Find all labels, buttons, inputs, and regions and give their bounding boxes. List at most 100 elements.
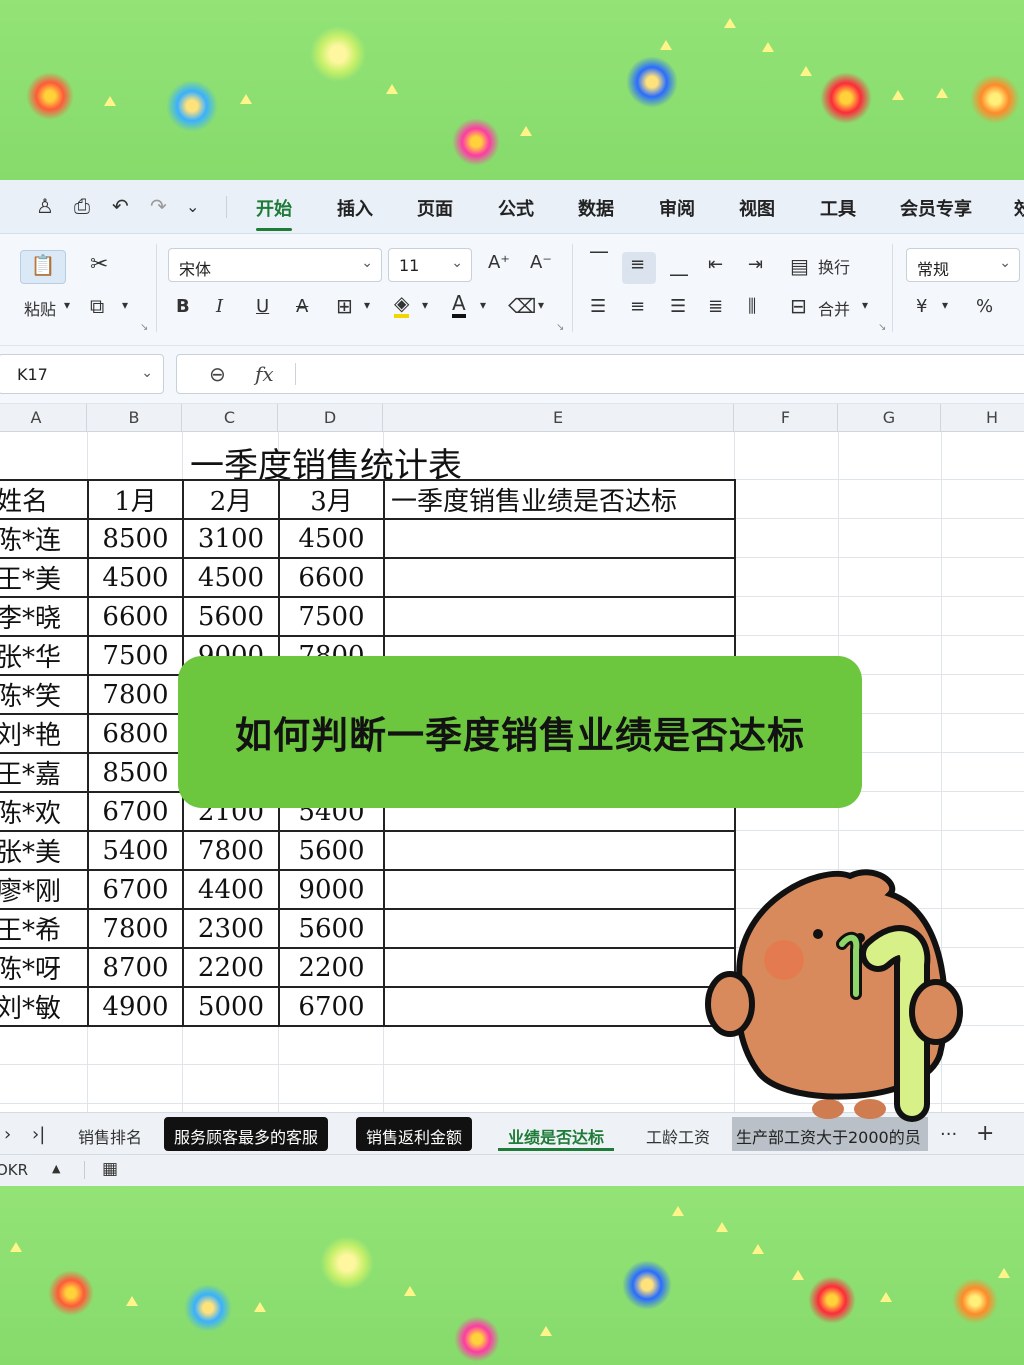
cell-mar[interactable]: 9000 [278,869,385,910]
cell-mar[interactable]: 4500 [278,518,385,559]
chevron-down-icon[interactable]: ▾ [862,298,868,312]
currency-button[interactable]: ¥ [916,296,927,317]
header-cell-jan[interactable]: 1月 [87,479,184,520]
cell-result[interactable] [383,986,736,1027]
strikethrough-button[interactable]: A [296,296,308,317]
chevron-down-icon[interactable]: ▾ [122,298,128,312]
cell-jan[interactable]: 8700 [87,947,184,988]
font-color-icon[interactable]: A [452,292,466,318]
eraser-icon[interactable]: ⌫ [508,294,536,318]
wrap-text-button[interactable]: 换行 [818,254,850,278]
cell-feb[interactable]: 4400 [182,869,280,910]
cell-result[interactable] [383,830,736,871]
user-icon[interactable]: ♙ [36,194,54,218]
chevron-down-icon[interactable]: ▾ [942,298,948,312]
column-header-a[interactable]: A [0,404,87,432]
dialog-launcher-icon[interactable]: ↘ [140,322,148,333]
align-left-icon[interactable]: ☰ [590,296,606,317]
tab-data[interactable]: 数据 [578,195,614,221]
zoom-icon[interactable]: ⊖ [209,362,226,386]
cell-jan[interactable]: 5400 [87,830,184,871]
cell-jan[interactable]: 6700 [87,869,184,910]
cell-jan[interactable]: 7800 [87,908,184,949]
cell-mar[interactable]: 6700 [278,986,385,1027]
cell-jan[interactable]: 6600 [87,596,184,637]
paste-icon[interactable]: 📋 [20,250,66,284]
column-header-f[interactable]: F [734,404,838,432]
calendar-icon[interactable]: ▦ [102,1159,118,1179]
wrap-icon[interactable]: ▤ [790,254,809,278]
formula-input[interactable]: ⊖ fx [176,354,1024,394]
cell-jan[interactable]: 8500 [87,518,184,559]
print-preview-icon[interactable]: ⎙ [74,194,90,218]
header-cell-result[interactable]: 一季度销售业绩是否达标 [383,479,736,520]
column-header-c[interactable]: C [182,404,278,432]
align-top-icon[interactable]: ⎺ [590,250,608,271]
undo-icon[interactable]: ↶ [112,194,129,218]
cell-feb[interactable]: 2300 [182,908,280,949]
cell-result[interactable] [383,947,736,988]
tab-page[interactable]: 页面 [417,195,453,221]
number-format-select[interactable]: 常规 ⌄ [906,248,1020,282]
column-header-g[interactable]: G [838,404,941,432]
cell-mar[interactable]: 5600 [278,830,385,871]
column-header-h[interactable]: H [941,404,1024,432]
distribute-icon[interactable]: ⫼ [748,296,756,317]
dialog-launcher-icon[interactable]: ↘ [878,322,886,333]
cell-feb[interactable]: 4500 [182,557,280,598]
merge-button[interactable]: 合并 [818,296,850,320]
column-header-e[interactable]: E [383,404,734,432]
tab-home[interactable]: 开始 [256,195,292,231]
cell-jan[interactable]: 4500 [87,557,184,598]
sheet-tab-rebate[interactable]: 销售返利金额 [356,1117,473,1151]
header-cell-mar[interactable]: 3月 [278,479,385,520]
cell-jan[interactable]: 6700 [87,791,184,832]
tab-insert[interactable]: 插入 [337,195,373,221]
chevron-down-icon[interactable]: ▾ [538,298,544,312]
justify-icon[interactable]: ≣ [708,296,723,317]
tab-member[interactable]: 会员专享 [900,195,972,221]
chevron-up-icon[interactable]: ▲ [52,1162,60,1175]
cell-jan[interactable]: 4900 [87,986,184,1027]
align-center-icon[interactable]: ≡ [630,296,645,317]
font-size-select[interactable]: 11 ⌄ [388,248,472,282]
cell-name[interactable]: 王*嘉 [0,752,89,793]
decrease-indent-icon[interactable]: ⇤ [708,254,723,275]
cell-name[interactable]: 李*晓 [0,596,89,637]
header-cell-feb[interactable]: 2月 [182,479,280,520]
tab-formula[interactable]: 公式 [498,195,534,221]
tab-view[interactable]: 视图 [739,195,775,221]
okr-label[interactable]: OKR [0,1161,28,1179]
decrease-font-button[interactable]: A⁻ [530,252,552,273]
cell-result[interactable] [383,557,736,598]
font-name-select[interactable]: 宋体 ⌄ [168,248,382,282]
chevron-down-icon[interactable]: ▾ [64,298,70,312]
next-sheet-button[interactable]: › [0,1117,21,1151]
chevron-down-icon[interactable]: ▾ [422,298,428,312]
cell-name[interactable]: 陈*笑 [0,674,89,715]
cell-mar[interactable]: 6600 [278,557,385,598]
cell-result[interactable] [383,869,736,910]
cell-feb[interactable]: 3100 [182,518,280,559]
add-sheet-button[interactable]: + [966,1114,1004,1148]
fill-color-icon[interactable]: ◈ [394,292,410,318]
dialog-launcher-icon[interactable]: ↘ [556,322,564,333]
italic-button[interactable]: I [216,296,223,317]
tab-review[interactable]: 审阅 [659,195,695,221]
function-button[interactable]: fx [255,362,274,386]
chevron-down-icon[interactable]: ▾ [364,298,370,312]
cell-mar[interactable]: 5600 [278,908,385,949]
cell-name[interactable]: 王*美 [0,557,89,598]
cell-feb[interactable]: 2200 [182,947,280,988]
sheet-tab-target[interactable]: 业绩是否达标 [498,1117,615,1151]
sheet-tab-ranking[interactable]: 销售排名 [68,1117,152,1151]
increase-font-button[interactable]: A⁺ [488,252,510,273]
cell-feb[interactable]: 5600 [182,596,280,637]
cell-name[interactable]: 刘*艳 [0,713,89,754]
cell-jan[interactable]: 8500 [87,752,184,793]
cell-name[interactable]: 王*希 [0,908,89,949]
increase-indent-icon[interactable]: ⇥ [748,254,763,275]
border-icon[interactable]: ⊞ [336,294,353,318]
cell-name[interactable]: 陈*呀 [0,947,89,988]
chevron-down-icon[interactable]: ▾ [480,298,486,312]
